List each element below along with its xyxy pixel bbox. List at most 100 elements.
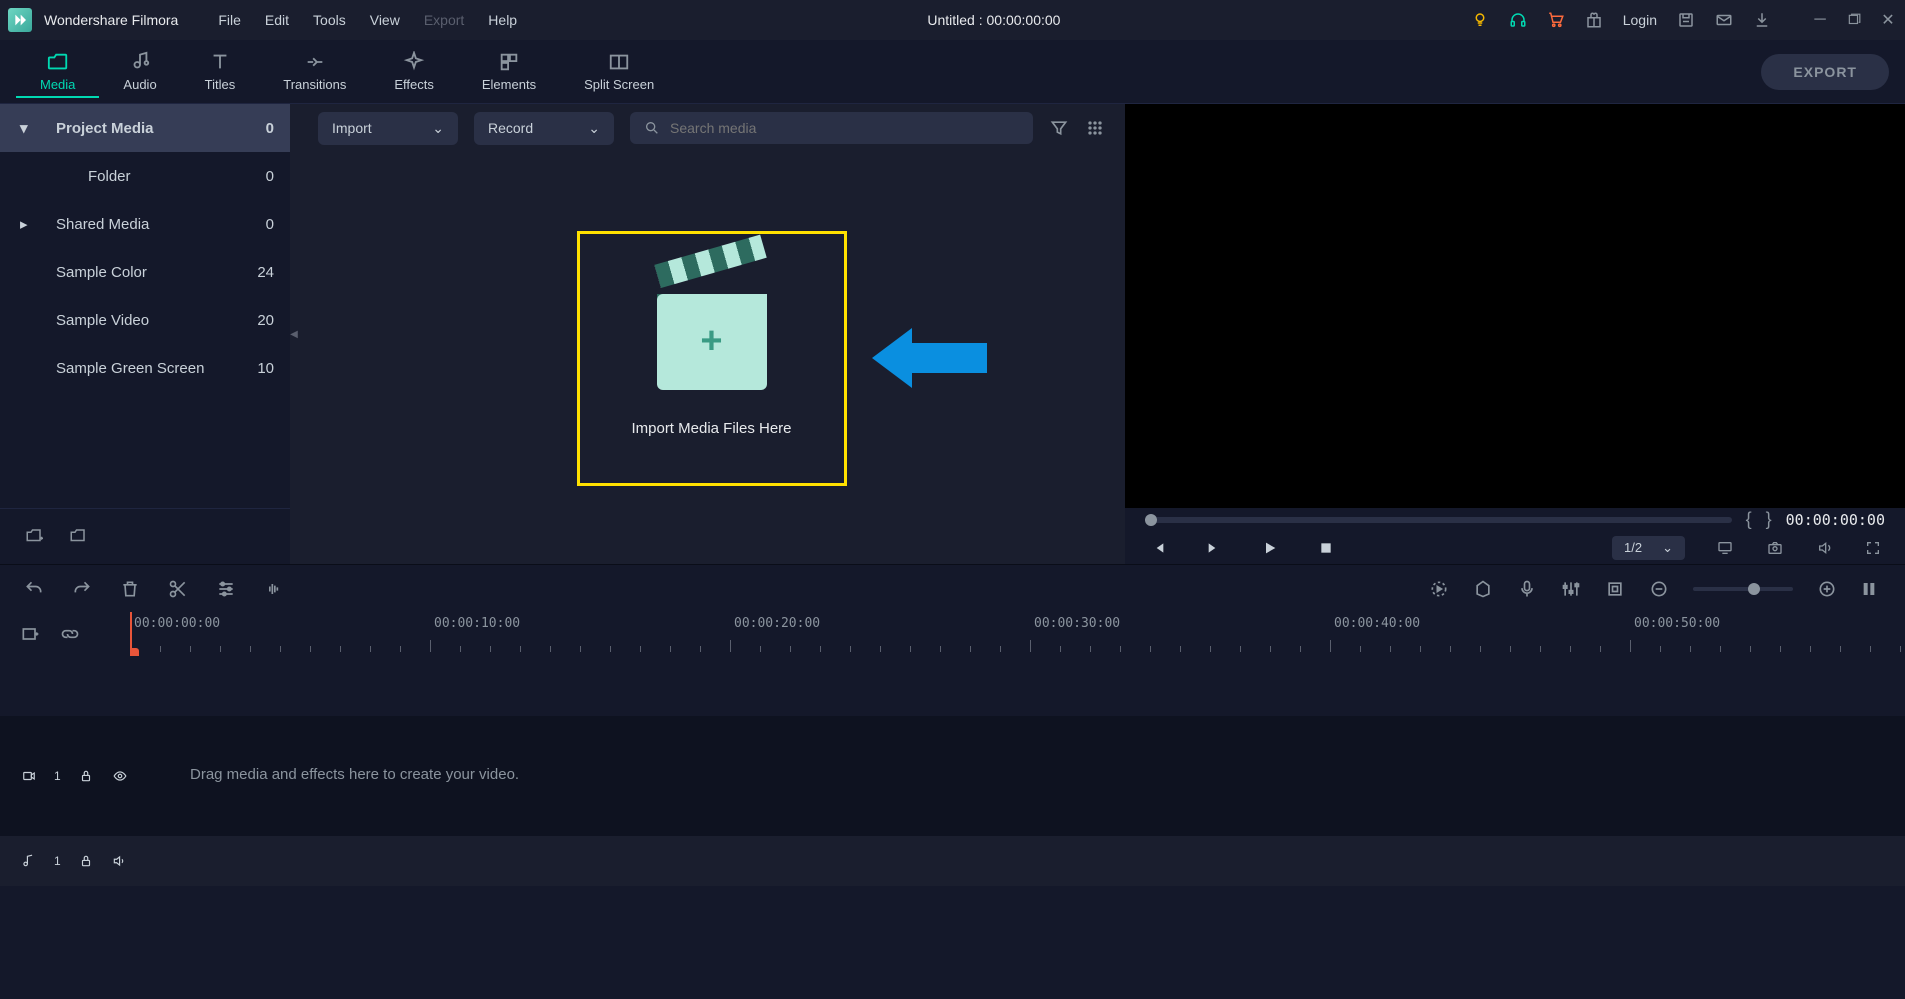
sidebar-item-sample-color[interactable]: Sample Color24 <box>0 248 290 296</box>
add-track-icon[interactable] <box>20 624 40 644</box>
maximize-icon[interactable] <box>1845 11 1863 29</box>
new-folder-plus-icon[interactable] <box>24 527 44 547</box>
playhead[interactable] <box>130 612 132 656</box>
delete-icon[interactable] <box>120 579 140 599</box>
timeline-view-icon[interactable] <box>1861 579 1881 599</box>
settings-slider-icon[interactable] <box>216 579 236 599</box>
render-icon[interactable] <box>1429 579 1449 599</box>
zoom-out-icon[interactable] <box>1649 579 1669 599</box>
marker-icon[interactable] <box>1473 579 1493 599</box>
video-track-icon <box>20 769 36 783</box>
audio-wave-icon[interactable] <box>264 579 284 599</box>
sidebar: ▾ Project Media0 Folder0 ▸ Shared Media0… <box>0 104 290 564</box>
preview-timecode: 00:00:00:00 <box>1786 511 1885 529</box>
import-media-dropzone[interactable]: + Import Media Files Here <box>577 231 847 486</box>
preview-panel: { } 00:00:00:00 1/2⌄ <box>1125 104 1905 564</box>
sidebar-item-project-media[interactable]: ▾ Project Media0 <box>0 104 290 152</box>
vertical-divider[interactable] <box>290 104 298 564</box>
login-button[interactable]: Login <box>1623 12 1657 28</box>
play-icon[interactable] <box>1262 540 1278 556</box>
mail-icon[interactable] <box>1715 11 1733 29</box>
zoom-slider[interactable] <box>1693 587 1793 591</box>
tab-transitions[interactable]: Transitions <box>259 47 370 96</box>
empty-track-message: Drag media and effects here to create yo… <box>130 716 1905 783</box>
close-icon[interactable]: ✕ <box>1879 11 1897 29</box>
menu-help[interactable]: Help <box>488 12 517 28</box>
sidebar-footer <box>0 508 290 564</box>
grid-view-icon[interactable] <box>1085 118 1105 138</box>
timeline-toolbar <box>0 564 1905 612</box>
main-tabs: Media Audio Titles Transitions Effects E… <box>0 40 1905 104</box>
record-dropdown[interactable]: Record⌄ <box>474 112 614 145</box>
sidebar-item-folder[interactable]: Folder0 <box>0 152 290 200</box>
gift-icon[interactable] <box>1585 11 1603 29</box>
next-frame-icon[interactable] <box>1206 540 1222 556</box>
tab-splitscreen[interactable]: Split Screen <box>560 47 678 96</box>
sidebar-item-sample-green-screen[interactable]: Sample Green Screen10 <box>0 344 290 392</box>
chevron-down-icon: ⌄ <box>588 120 600 137</box>
app-logo <box>8 8 32 32</box>
tab-elements[interactable]: Elements <box>458 47 560 96</box>
timeline-ruler[interactable]: 00:00:00:0000:00:10:0000:00:20:0000:00:3… <box>130 612 1905 656</box>
video-track-controls: 1 <box>0 716 130 836</box>
fullscreen-icon[interactable] <box>1865 540 1885 556</box>
undo-icon[interactable] <box>24 579 44 599</box>
audio-track-icon <box>20 854 36 868</box>
download-icon[interactable] <box>1753 11 1771 29</box>
app-name: Wondershare Filmora <box>44 12 178 28</box>
redo-icon[interactable] <box>72 579 92 599</box>
mark-in-icon[interactable]: { <box>1746 509 1752 530</box>
titlebar-right: Login ─ ✕ <box>1471 11 1897 29</box>
mixer-icon[interactable] <box>1561 579 1581 599</box>
tab-media[interactable]: Media <box>16 47 99 98</box>
clapperboard-icon: + <box>657 280 767 390</box>
menu-file[interactable]: File <box>218 12 241 28</box>
link-icon[interactable] <box>60 624 80 644</box>
split-icon[interactable] <box>168 579 188 599</box>
prev-frame-icon[interactable] <box>1150 540 1166 556</box>
search-icon <box>644 120 660 136</box>
save-icon[interactable] <box>1677 11 1695 29</box>
chevron-down-icon: ⌄ <box>432 120 444 137</box>
sidebar-item-sample-video[interactable]: Sample Video20 <box>0 296 290 344</box>
zoom-in-icon[interactable] <box>1817 579 1837 599</box>
timeline: 00:00:00:0000:00:10:0000:00:20:0000:00:3… <box>0 564 1905 999</box>
audio-track-controls: 1 <box>0 836 130 886</box>
lock-icon[interactable] <box>79 769 93 783</box>
eye-icon[interactable] <box>111 769 127 783</box>
preview-viewport[interactable] <box>1125 104 1905 508</box>
import-dropdown[interactable]: Import⌄ <box>318 112 458 145</box>
menubar: File Edit Tools View Export Help <box>218 12 517 28</box>
tab-effects[interactable]: Effects <box>370 47 458 96</box>
timeline-tracks-body[interactable]: Drag media and effects here to create yo… <box>130 656 1905 999</box>
snapshot-icon[interactable] <box>1765 540 1785 556</box>
tab-audio[interactable]: Audio <box>99 47 180 96</box>
menu-export: Export <box>424 12 464 28</box>
headphones-icon[interactable] <box>1509 11 1527 29</box>
stop-icon[interactable] <box>1318 540 1334 556</box>
annotation-arrow-icon <box>872 323 992 393</box>
titlebar: Wondershare Filmora File Edit Tools View… <box>0 0 1905 40</box>
menu-edit[interactable]: Edit <box>265 12 289 28</box>
search-media-input[interactable] <box>630 112 1033 144</box>
mark-out-icon[interactable]: } <box>1766 509 1772 530</box>
tab-titles[interactable]: Titles <box>181 47 260 96</box>
minimize-icon[interactable]: ─ <box>1811 11 1829 29</box>
folder-icon[interactable] <box>68 527 88 547</box>
crop-icon[interactable] <box>1605 579 1625 599</box>
preview-quality-dropdown[interactable]: 1/2⌄ <box>1612 536 1685 560</box>
voiceover-icon[interactable] <box>1517 579 1537 599</box>
lock-icon[interactable] <box>79 854 93 868</box>
filter-icon[interactable] <box>1049 118 1069 138</box>
export-button: EXPORT <box>1761 54 1889 90</box>
preview-scrubber[interactable] <box>1145 517 1732 523</box>
lightbulb-icon[interactable] <box>1471 11 1489 29</box>
sidebar-item-shared-media[interactable]: ▸ Shared Media0 <box>0 200 290 248</box>
cart-icon[interactable] <box>1547 11 1565 29</box>
volume-icon[interactable] <box>1815 540 1835 556</box>
menu-view[interactable]: View <box>370 12 400 28</box>
display-icon[interactable] <box>1715 540 1735 556</box>
track-volume-icon[interactable] <box>111 854 127 868</box>
media-panel: Import⌄ Record⌄ + Import Media Files Her… <box>298 104 1125 564</box>
menu-tools[interactable]: Tools <box>313 12 346 28</box>
